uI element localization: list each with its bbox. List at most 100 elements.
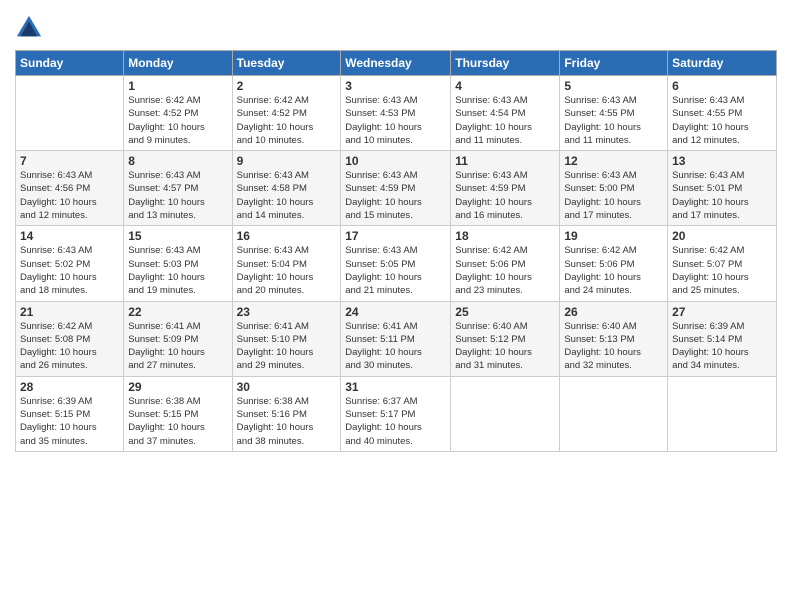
calendar-cell: 23Sunrise: 6:41 AM Sunset: 5:10 PM Dayli…	[232, 301, 341, 376]
calendar-table: SundayMondayTuesdayWednesdayThursdayFrid…	[15, 50, 777, 452]
day-info: Sunrise: 6:43 AM Sunset: 4:53 PM Dayligh…	[345, 94, 446, 147]
day-number: 18	[455, 229, 555, 243]
header-wednesday: Wednesday	[341, 51, 451, 76]
calendar-cell	[560, 376, 668, 451]
calendar-cell: 16Sunrise: 6:43 AM Sunset: 5:04 PM Dayli…	[232, 226, 341, 301]
calendar-cell: 10Sunrise: 6:43 AM Sunset: 4:59 PM Dayli…	[341, 151, 451, 226]
header-thursday: Thursday	[451, 51, 560, 76]
day-number: 14	[20, 229, 119, 243]
calendar-week-row: 21Sunrise: 6:42 AM Sunset: 5:08 PM Dayli…	[16, 301, 777, 376]
day-info: Sunrise: 6:41 AM Sunset: 5:10 PM Dayligh…	[237, 320, 337, 373]
calendar-cell: 21Sunrise: 6:42 AM Sunset: 5:08 PM Dayli…	[16, 301, 124, 376]
day-info: Sunrise: 6:43 AM Sunset: 4:56 PM Dayligh…	[20, 169, 119, 222]
calendar-cell: 31Sunrise: 6:37 AM Sunset: 5:17 PM Dayli…	[341, 376, 451, 451]
calendar-cell: 26Sunrise: 6:40 AM Sunset: 5:13 PM Dayli…	[560, 301, 668, 376]
day-number: 25	[455, 305, 555, 319]
day-info: Sunrise: 6:41 AM Sunset: 5:09 PM Dayligh…	[128, 320, 227, 373]
page-container: SundayMondayTuesdayWednesdayThursdayFrid…	[0, 0, 792, 462]
day-number: 13	[672, 154, 772, 168]
calendar-cell: 17Sunrise: 6:43 AM Sunset: 5:05 PM Dayli…	[341, 226, 451, 301]
calendar-cell: 12Sunrise: 6:43 AM Sunset: 5:00 PM Dayli…	[560, 151, 668, 226]
calendar-cell: 28Sunrise: 6:39 AM Sunset: 5:15 PM Dayli…	[16, 376, 124, 451]
day-info: Sunrise: 6:43 AM Sunset: 4:55 PM Dayligh…	[564, 94, 663, 147]
day-info: Sunrise: 6:43 AM Sunset: 5:03 PM Dayligh…	[128, 244, 227, 297]
calendar-cell: 19Sunrise: 6:42 AM Sunset: 5:06 PM Dayli…	[560, 226, 668, 301]
day-info: Sunrise: 6:42 AM Sunset: 5:07 PM Dayligh…	[672, 244, 772, 297]
calendar-cell: 9Sunrise: 6:43 AM Sunset: 4:58 PM Daylig…	[232, 151, 341, 226]
day-info: Sunrise: 6:42 AM Sunset: 5:06 PM Dayligh…	[455, 244, 555, 297]
calendar-cell	[451, 376, 560, 451]
day-number: 19	[564, 229, 663, 243]
day-info: Sunrise: 6:43 AM Sunset: 4:58 PM Dayligh…	[237, 169, 337, 222]
day-number: 10	[345, 154, 446, 168]
day-number: 9	[237, 154, 337, 168]
day-info: Sunrise: 6:43 AM Sunset: 5:02 PM Dayligh…	[20, 244, 119, 297]
day-info: Sunrise: 6:43 AM Sunset: 5:01 PM Dayligh…	[672, 169, 772, 222]
calendar-week-row: 14Sunrise: 6:43 AM Sunset: 5:02 PM Dayli…	[16, 226, 777, 301]
header	[15, 10, 777, 42]
day-info: Sunrise: 6:43 AM Sunset: 4:59 PM Dayligh…	[455, 169, 555, 222]
day-number: 22	[128, 305, 227, 319]
day-number: 28	[20, 380, 119, 394]
day-info: Sunrise: 6:40 AM Sunset: 5:13 PM Dayligh…	[564, 320, 663, 373]
day-info: Sunrise: 6:43 AM Sunset: 4:55 PM Dayligh…	[672, 94, 772, 147]
header-tuesday: Tuesday	[232, 51, 341, 76]
day-info: Sunrise: 6:43 AM Sunset: 5:04 PM Dayligh…	[237, 244, 337, 297]
day-number: 12	[564, 154, 663, 168]
day-info: Sunrise: 6:42 AM Sunset: 5:08 PM Dayligh…	[20, 320, 119, 373]
day-info: Sunrise: 6:38 AM Sunset: 5:15 PM Dayligh…	[128, 395, 227, 448]
calendar-cell: 8Sunrise: 6:43 AM Sunset: 4:57 PM Daylig…	[124, 151, 232, 226]
calendar-cell: 22Sunrise: 6:41 AM Sunset: 5:09 PM Dayli…	[124, 301, 232, 376]
calendar-cell: 6Sunrise: 6:43 AM Sunset: 4:55 PM Daylig…	[668, 76, 777, 151]
day-number: 6	[672, 79, 772, 93]
day-number: 1	[128, 79, 227, 93]
day-number: 8	[128, 154, 227, 168]
day-info: Sunrise: 6:43 AM Sunset: 4:59 PM Dayligh…	[345, 169, 446, 222]
day-number: 7	[20, 154, 119, 168]
day-info: Sunrise: 6:40 AM Sunset: 5:12 PM Dayligh…	[455, 320, 555, 373]
calendar-cell: 20Sunrise: 6:42 AM Sunset: 5:07 PM Dayli…	[668, 226, 777, 301]
day-info: Sunrise: 6:43 AM Sunset: 5:05 PM Dayligh…	[345, 244, 446, 297]
day-info: Sunrise: 6:39 AM Sunset: 5:15 PM Dayligh…	[20, 395, 119, 448]
day-number: 27	[672, 305, 772, 319]
day-info: Sunrise: 6:43 AM Sunset: 4:57 PM Dayligh…	[128, 169, 227, 222]
day-number: 3	[345, 79, 446, 93]
header-sunday: Sunday	[16, 51, 124, 76]
logo	[15, 14, 45, 42]
calendar-cell: 18Sunrise: 6:42 AM Sunset: 5:06 PM Dayli…	[451, 226, 560, 301]
day-info: Sunrise: 6:41 AM Sunset: 5:11 PM Dayligh…	[345, 320, 446, 373]
day-number: 29	[128, 380, 227, 394]
day-number: 24	[345, 305, 446, 319]
calendar-cell: 7Sunrise: 6:43 AM Sunset: 4:56 PM Daylig…	[16, 151, 124, 226]
day-number: 21	[20, 305, 119, 319]
logo-icon	[15, 14, 43, 42]
calendar-cell: 27Sunrise: 6:39 AM Sunset: 5:14 PM Dayli…	[668, 301, 777, 376]
day-number: 31	[345, 380, 446, 394]
calendar-header-row: SundayMondayTuesdayWednesdayThursdayFrid…	[16, 51, 777, 76]
day-info: Sunrise: 6:43 AM Sunset: 4:54 PM Dayligh…	[455, 94, 555, 147]
calendar-cell: 14Sunrise: 6:43 AM Sunset: 5:02 PM Dayli…	[16, 226, 124, 301]
calendar-cell: 3Sunrise: 6:43 AM Sunset: 4:53 PM Daylig…	[341, 76, 451, 151]
calendar-cell: 15Sunrise: 6:43 AM Sunset: 5:03 PM Dayli…	[124, 226, 232, 301]
day-number: 16	[237, 229, 337, 243]
day-info: Sunrise: 6:43 AM Sunset: 5:00 PM Dayligh…	[564, 169, 663, 222]
calendar-cell: 11Sunrise: 6:43 AM Sunset: 4:59 PM Dayli…	[451, 151, 560, 226]
day-info: Sunrise: 6:42 AM Sunset: 5:06 PM Dayligh…	[564, 244, 663, 297]
day-number: 23	[237, 305, 337, 319]
calendar-cell: 1Sunrise: 6:42 AM Sunset: 4:52 PM Daylig…	[124, 76, 232, 151]
calendar-cell	[668, 376, 777, 451]
header-monday: Monday	[124, 51, 232, 76]
header-saturday: Saturday	[668, 51, 777, 76]
day-info: Sunrise: 6:38 AM Sunset: 5:16 PM Dayligh…	[237, 395, 337, 448]
calendar-cell: 30Sunrise: 6:38 AM Sunset: 5:16 PM Dayli…	[232, 376, 341, 451]
calendar-cell: 5Sunrise: 6:43 AM Sunset: 4:55 PM Daylig…	[560, 76, 668, 151]
day-info: Sunrise: 6:39 AM Sunset: 5:14 PM Dayligh…	[672, 320, 772, 373]
day-info: Sunrise: 6:42 AM Sunset: 4:52 PM Dayligh…	[237, 94, 337, 147]
calendar-cell: 25Sunrise: 6:40 AM Sunset: 5:12 PM Dayli…	[451, 301, 560, 376]
day-number: 5	[564, 79, 663, 93]
header-friday: Friday	[560, 51, 668, 76]
calendar-cell: 13Sunrise: 6:43 AM Sunset: 5:01 PM Dayli…	[668, 151, 777, 226]
day-number: 30	[237, 380, 337, 394]
calendar-cell: 2Sunrise: 6:42 AM Sunset: 4:52 PM Daylig…	[232, 76, 341, 151]
day-number: 15	[128, 229, 227, 243]
